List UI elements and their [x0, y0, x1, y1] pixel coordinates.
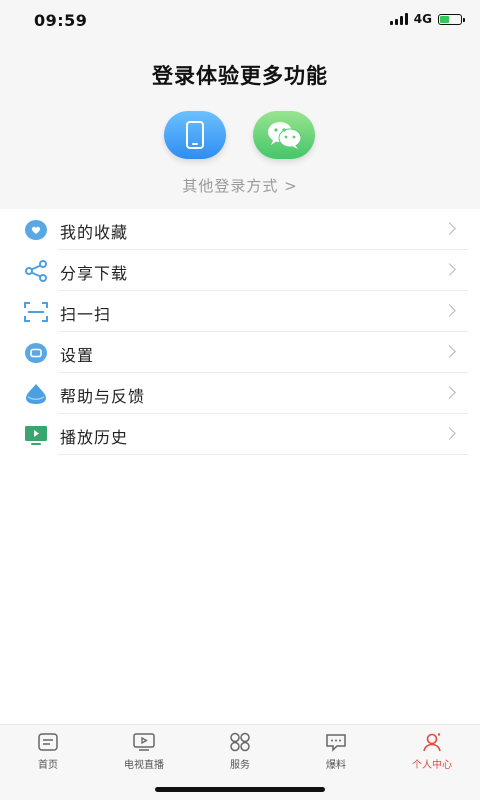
home-icon	[35, 731, 61, 753]
menu-item-play-history[interactable]: 播放历史	[0, 414, 480, 455]
chevron-right-icon	[443, 345, 456, 358]
scan-icon	[24, 301, 48, 323]
menu-item-label: 分享下载	[60, 264, 129, 283]
menu-item-scan[interactable]: 扫一扫	[0, 291, 480, 332]
menu-item-label: 帮助与反馈	[60, 387, 146, 406]
tab-tv-live[interactable]: 电视直播	[96, 731, 192, 775]
tab-label: 爆料	[326, 760, 346, 771]
tab-label: 服务	[230, 760, 250, 771]
login-header: 登录体验更多功能 其他登录方式 >	[0, 40, 480, 208]
tab-label: 电视直播	[124, 760, 164, 771]
menu-item-label: 我的收藏	[60, 223, 129, 242]
settings-icon	[24, 342, 48, 364]
menu-item-label: 设置	[60, 346, 95, 365]
help-feedback-icon	[24, 383, 48, 405]
status-bar: 09:59 4G	[0, 0, 480, 40]
wechat-login-button[interactable]	[253, 111, 315, 159]
tab-tips[interactable]: 爆料	[288, 731, 384, 775]
menu-item-settings[interactable]: 设置	[0, 332, 480, 373]
menu-item-label: 扫一扫	[60, 305, 112, 324]
tab-services[interactable]: 服务	[192, 731, 288, 775]
share-icon	[24, 260, 48, 282]
chevron-right-icon	[443, 427, 456, 440]
tab-label: 个人中心	[412, 760, 452, 771]
tab-home[interactable]: 首页	[0, 731, 96, 775]
chevron-right-icon	[443, 386, 456, 399]
status-time: 09:59	[34, 11, 88, 30]
chevron-right-icon	[443, 263, 456, 276]
login-title: 登录体验更多功能	[152, 64, 328, 88]
other-login-methods-link[interactable]: 其他登录方式 >	[0, 175, 480, 196]
heart-icon	[24, 219, 48, 241]
tab-profile[interactable]: 个人中心	[384, 731, 480, 775]
user-icon	[419, 731, 445, 753]
services-icon	[227, 731, 253, 753]
phone-login-button[interactable]	[164, 111, 226, 159]
chevron-right-icon	[443, 304, 456, 317]
network-type: 4G	[413, 12, 432, 26]
phone-icon	[186, 121, 204, 149]
signal-icon	[389, 13, 408, 25]
menu-item-favorites[interactable]: 我的收藏	[0, 209, 480, 250]
status-indicators: 4G	[389, 12, 465, 26]
chevron-right-icon	[443, 222, 456, 235]
chat-icon	[323, 731, 349, 753]
menu-item-help-feedback[interactable]: 帮助与反馈	[0, 373, 480, 414]
tv-icon	[131, 731, 157, 753]
tab-label: 首页	[38, 760, 58, 771]
menu-list: 我的收藏 分享下载 扫一扫 设置 帮助与反馈 播放历史	[0, 209, 480, 724]
home-indicator	[155, 787, 325, 792]
menu-item-label: 播放历史	[60, 428, 129, 447]
wechat-icon	[268, 122, 302, 149]
menu-item-share-download[interactable]: 分享下载	[0, 250, 480, 291]
battery-icon	[438, 13, 465, 25]
play-history-icon	[24, 424, 48, 446]
